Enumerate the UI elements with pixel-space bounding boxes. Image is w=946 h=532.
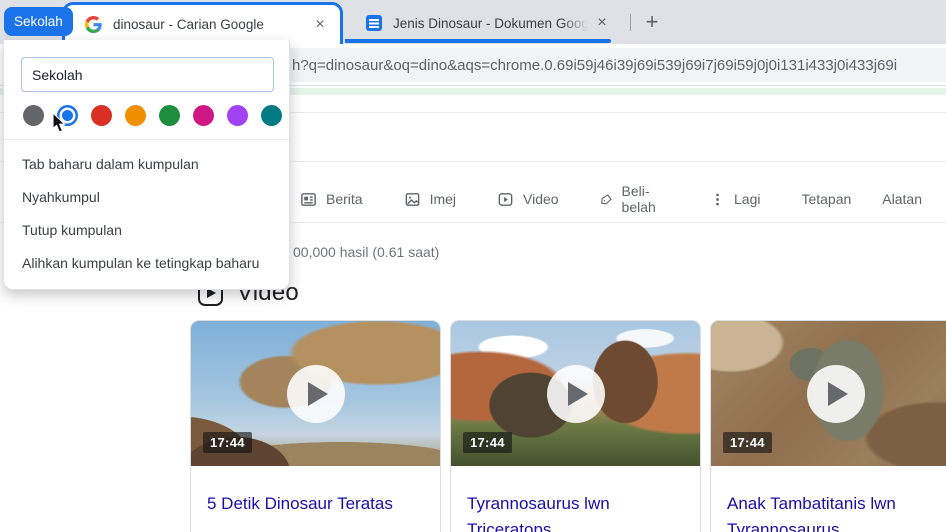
menu-item-move-group-to-new-window[interactable]: Alihkan kumpulan ke tetingkap baharu — [4, 246, 289, 279]
nav-tab-beli-belah[interactable]: Beli-belah — [600, 183, 669, 215]
nav-label: Tetapan — [801, 191, 852, 207]
video-card[interactable]: 17:44 5 Detik Dinosaur Teratas — [190, 320, 441, 532]
video-thumbnail[interactable]: 17:44 — [191, 321, 440, 466]
nav-tetapan[interactable]: Tetapan — [801, 191, 851, 207]
video-duration-badge: 17:44 — [723, 432, 772, 453]
video-thumbnail[interactable]: 17:44 — [711, 321, 946, 466]
tab-separator — [630, 14, 631, 31]
color-swatch-orange[interactable] — [125, 105, 146, 126]
color-swatch-green[interactable] — [159, 105, 180, 126]
search-nav-row: Berita Imej Video Beli-belah Lagi Tetapa… — [300, 183, 922, 215]
play-button-icon[interactable] — [546, 364, 605, 423]
video-title-link[interactable]: Tyrannosaurus lwn Triceratops — [451, 466, 700, 532]
nav-tab-video[interactable]: Video — [497, 191, 559, 208]
tab-title: Jenis Dinosaur - Dokumen Goog — [393, 15, 589, 31]
color-swatch-red[interactable] — [91, 105, 112, 126]
nav-tab-lagi[interactable]: Lagi — [710, 191, 760, 207]
video-card[interactable]: 17:44 Tyrannosaurus lwn Triceratops — [450, 320, 701, 532]
menu-item-close-group[interactable]: Tutup kumpulan — [4, 213, 289, 246]
color-swatch-purple[interactable] — [227, 105, 248, 126]
video-duration-badge: 17:44 — [203, 432, 252, 453]
image-icon — [405, 192, 419, 206]
tab-dinosaur-search[interactable]: dinosaur - Carian Google × — [62, 2, 343, 44]
video-card[interactable]: 17:44 Anak Tambatitanis lwn Tyrannosauru… — [710, 320, 946, 532]
video-icon — [498, 192, 513, 206]
nav-tab-berita[interactable]: Berita — [300, 191, 363, 208]
color-swatch-grey[interactable] — [23, 105, 44, 126]
tab-group-menu: Tab baharu dalam kumpulan Nyahkumpul Tut… — [3, 40, 290, 290]
close-tab-icon[interactable]: × — [310, 15, 330, 35]
nav-label: Berita — [326, 191, 363, 207]
google-favicon-icon — [85, 16, 102, 33]
play-button-icon[interactable] — [286, 364, 345, 423]
nav-label: Beli-belah — [621, 183, 656, 215]
news-icon — [301, 192, 316, 206]
nav-label: Lagi — [734, 191, 761, 207]
group-name-input[interactable] — [21, 57, 274, 92]
video-duration-badge: 17:44 — [463, 432, 512, 453]
menu-item-ungroup[interactable]: Nyahkumpul — [4, 180, 289, 213]
close-tab-icon[interactable]: × — [592, 13, 612, 33]
color-swatch-pink[interactable] — [193, 105, 214, 126]
browser-window: dinosaur - Carian Google × Jenis Dinosau… — [0, 0, 946, 532]
video-title-link[interactable]: Anak Tambatitanis lwn Tyrannosaurus — [711, 466, 946, 532]
tab-group-chip[interactable]: Sekolah — [4, 7, 73, 36]
group-color-swatches — [4, 92, 289, 126]
nav-alatan[interactable]: Alatan — [882, 191, 922, 207]
tab-docs-dinosaur[interactable]: Jenis Dinosaur - Dokumen Goog × — [348, 4, 620, 42]
more-vertical-dots-icon — [716, 193, 719, 205]
menu-item-new-tab-in-group[interactable]: Tab baharu dalam kumpulan — [4, 147, 289, 180]
play-button-icon[interactable] — [806, 364, 865, 423]
tab-title: dinosaur - Carian Google — [113, 17, 264, 32]
nav-label: Alatan — [882, 191, 922, 207]
google-docs-icon — [366, 15, 382, 31]
nav-right-group: Tetapan Alatan — [801, 191, 922, 207]
video-thumbnail[interactable]: 17:44 — [451, 321, 700, 466]
nav-label: Video — [523, 191, 559, 207]
nav-label: Imej — [429, 191, 457, 207]
tab-strip: dinosaur - Carian Google × Jenis Dinosau… — [0, 0, 946, 44]
shopping-tag-icon — [600, 193, 612, 204]
color-swatch-teal[interactable] — [261, 105, 282, 126]
results-stats: 00,000 hasil (0.61 saat) — [293, 244, 440, 260]
mouse-cursor — [52, 112, 66, 133]
menu-items: Tab baharu dalam kumpulan Nyahkumpul Tut… — [4, 140, 289, 279]
new-tab-button[interactable]: + — [638, 8, 666, 36]
video-title-link[interactable]: 5 Detik Dinosaur Teratas — [191, 466, 440, 517]
nav-tab-imej[interactable]: Imej — [404, 191, 456, 208]
